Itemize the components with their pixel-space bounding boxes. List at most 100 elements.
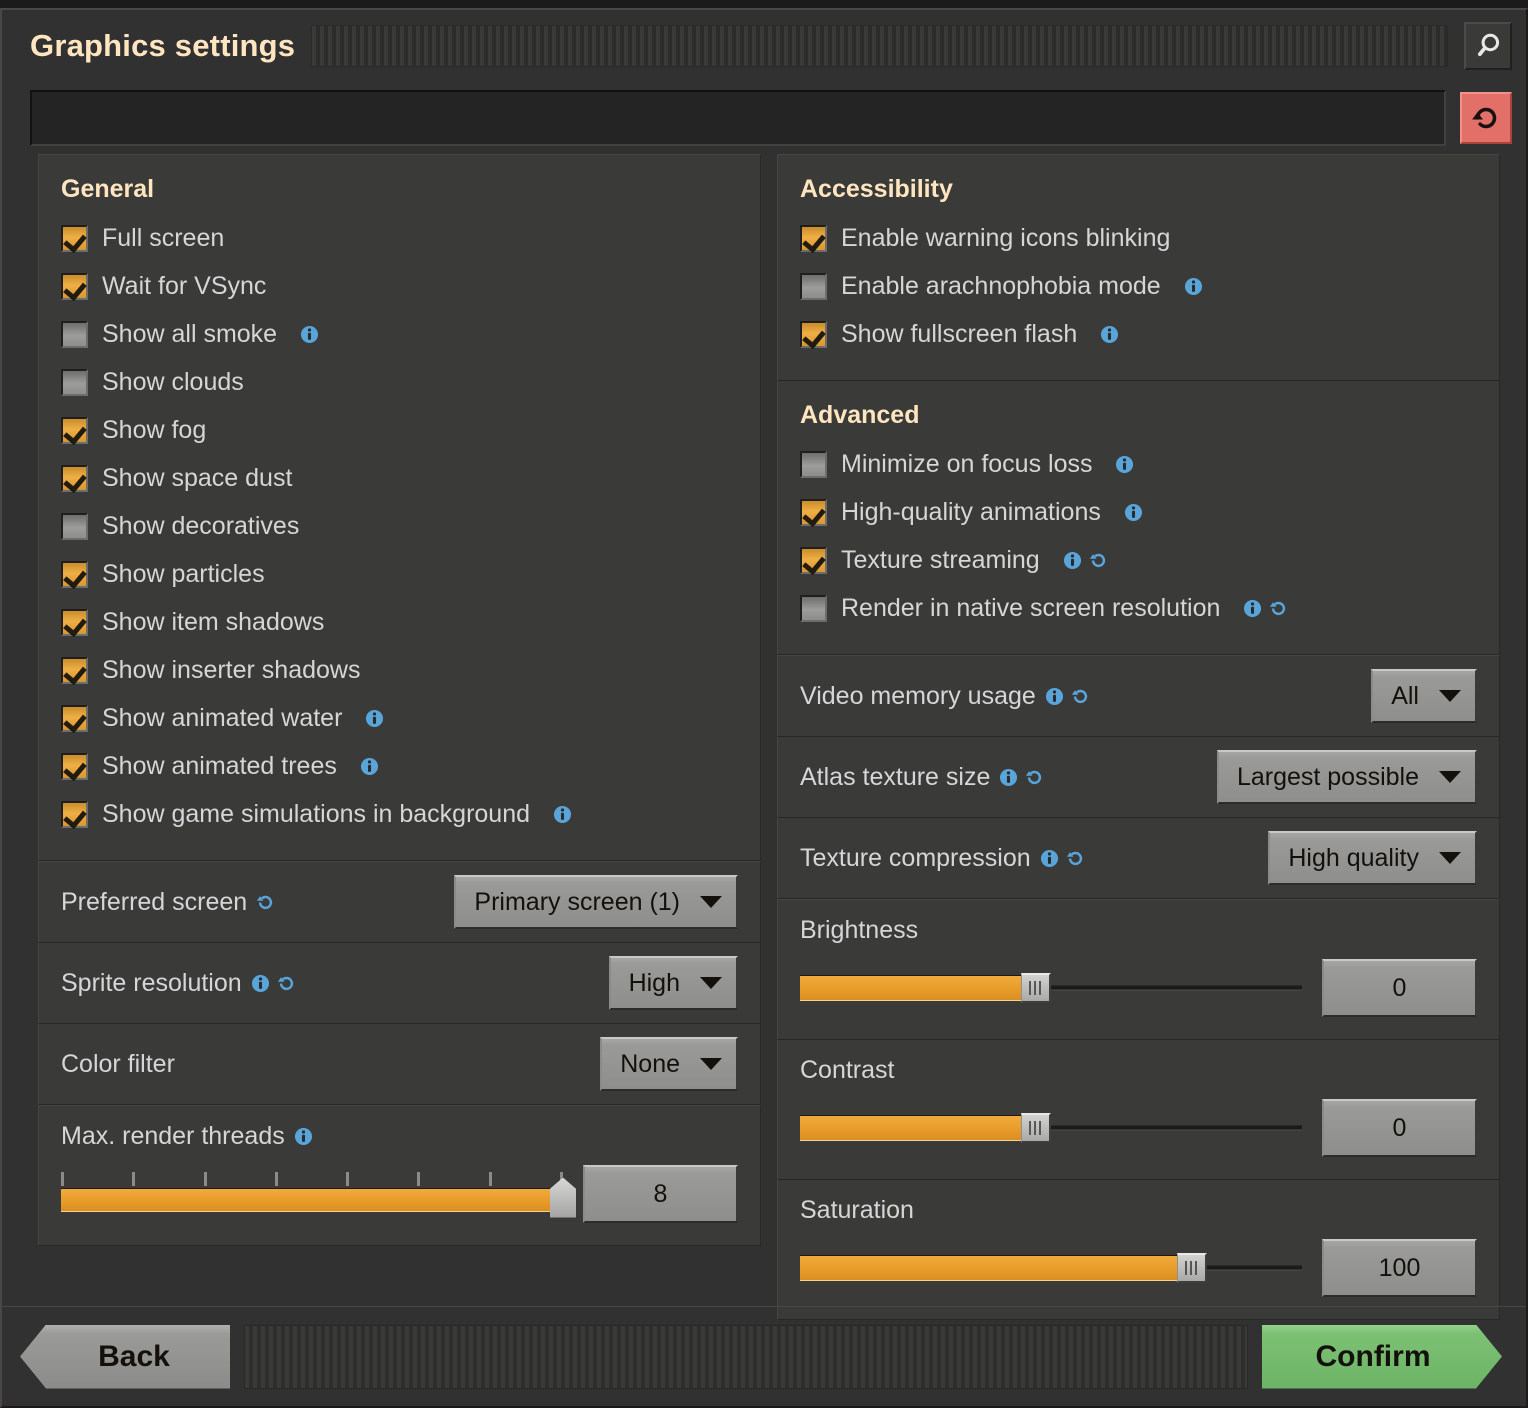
slider-handle[interactable]: [1020, 1113, 1051, 1143]
checkbox-row[interactable]: Show animated trees: [61, 742, 738, 790]
render-threads-label-text: Max. render threads: [61, 1122, 285, 1150]
checkbox-checked-icon[interactable]: [800, 546, 827, 574]
slider-value-input[interactable]: 0: [1322, 959, 1477, 1017]
dropdown-label-text: Video memory usage: [800, 681, 1036, 710]
info-icon[interactable]: [1124, 503, 1143, 522]
accessibility-section-title: Accessibility: [800, 175, 953, 203]
search-button[interactable]: [1464, 22, 1512, 70]
info-icon[interactable]: [1115, 455, 1134, 474]
checkbox-row[interactable]: Wait for VSync: [61, 262, 738, 310]
checkbox-row[interactable]: Minimize on focus loss: [800, 440, 1477, 488]
checkbox-label: Show animated trees: [102, 751, 337, 780]
dropdown-button[interactable]: All: [1371, 669, 1477, 723]
slider-line: 0: [800, 959, 1477, 1017]
checkbox-checked-icon[interactable]: [800, 498, 827, 526]
checkbox-checked-icon[interactable]: [800, 320, 827, 348]
info-icon[interactable]: [365, 709, 384, 728]
checkbox-unchecked-icon[interactable]: [800, 450, 827, 478]
checkbox-row[interactable]: Show decoratives: [61, 502, 738, 550]
info-icon[interactable]: [294, 1127, 313, 1146]
back-button[interactable]: Back: [20, 1324, 230, 1389]
slider-track[interactable]: [800, 971, 1302, 1005]
checkbox-unchecked-icon[interactable]: [61, 368, 88, 396]
info-icon[interactable]: [1243, 599, 1262, 618]
checkbox-unchecked-icon[interactable]: [61, 320, 88, 348]
search-input[interactable]: [30, 90, 1446, 146]
checkbox-row[interactable]: Texture streaming: [800, 536, 1477, 584]
checkbox-row[interactable]: Show particles: [61, 550, 738, 598]
slider-track[interactable]: [800, 1111, 1302, 1145]
slider-label: Saturation: [800, 1196, 1477, 1225]
dropdown-button[interactable]: High quality: [1268, 831, 1477, 885]
checkbox-checked-icon[interactable]: [61, 560, 88, 588]
checkbox-checked-icon[interactable]: [61, 752, 88, 780]
left-dropdown-list: Preferred screen Primary screen (1) Sprite…: [38, 861, 761, 1105]
info-icon[interactable]: [300, 325, 319, 344]
checkbox-row[interactable]: Show game simulations in background: [61, 790, 738, 838]
checkbox-label: Enable arachnophobia mode: [841, 271, 1161, 300]
slider-handle[interactable]: [1176, 1253, 1207, 1283]
info-icon[interactable]: [999, 768, 1018, 787]
restart-required-icon[interactable]: [1089, 551, 1108, 570]
checkbox-row[interactable]: Show fog: [61, 406, 738, 454]
slider-line: 0: [800, 1099, 1477, 1157]
checkbox-row[interactable]: Render in native screen resolution: [800, 584, 1477, 632]
checkbox-checked-icon[interactable]: [61, 224, 88, 252]
checkbox-checked-icon[interactable]: [61, 416, 88, 444]
checkbox-unchecked-icon[interactable]: [61, 512, 88, 540]
render-threads-value[interactable]: 8: [583, 1165, 738, 1223]
checkbox-row[interactable]: Show all smoke: [61, 310, 738, 358]
dropdown-button[interactable]: High: [608, 956, 738, 1010]
checkbox-row[interactable]: Show space dust: [61, 454, 738, 502]
checkbox-row[interactable]: Show item shadows: [61, 598, 738, 646]
info-icon[interactable]: [1100, 325, 1119, 344]
render-threads-slider[interactable]: [61, 1172, 576, 1218]
info-icon[interactable]: [251, 974, 270, 993]
checkbox-row[interactable]: High-quality animations: [800, 488, 1477, 536]
slider-track[interactable]: [800, 1251, 1302, 1285]
info-icon[interactable]: [1040, 849, 1059, 868]
settings-content: General Full screen Wait for VSync Show al…: [2, 154, 1526, 1320]
restart-required-icon[interactable]: [1025, 768, 1044, 787]
slider-handle[interactable]: [1020, 973, 1051, 1003]
checkbox-unchecked-icon[interactable]: [800, 272, 827, 300]
checkbox-label: Show space dust: [102, 463, 293, 492]
info-icon[interactable]: [360, 757, 379, 776]
checkbox-checked-icon[interactable]: [61, 608, 88, 636]
checkbox-unchecked-icon[interactable]: [800, 594, 827, 622]
restart-required-icon[interactable]: [1066, 849, 1085, 868]
info-icon[interactable]: [553, 805, 572, 824]
checkbox-label: Show fog: [102, 415, 207, 444]
checkbox-checked-icon[interactable]: [61, 464, 88, 492]
info-icon[interactable]: [1184, 277, 1203, 296]
reset-settings-button[interactable]: [1460, 92, 1512, 144]
restart-required-icon[interactable]: [1269, 599, 1288, 618]
info-icon[interactable]: [1063, 551, 1082, 570]
checkbox-row[interactable]: Show animated water: [61, 694, 738, 742]
restart-required-icon[interactable]: [277, 974, 296, 993]
checkbox-checked-icon[interactable]: [61, 656, 88, 684]
confirm-button[interactable]: Confirm: [1262, 1325, 1502, 1389]
checkbox-checked-icon[interactable]: [61, 704, 88, 732]
dropdown-button[interactable]: None: [600, 1037, 738, 1091]
slider-value-input[interactable]: 100: [1322, 1239, 1477, 1297]
chevron-down-icon: [1439, 690, 1461, 702]
restart-required-icon[interactable]: [256, 893, 275, 912]
checkbox-checked-icon[interactable]: [800, 224, 827, 252]
dropdown-button[interactable]: Primary screen (1): [454, 875, 738, 929]
slider-value-input[interactable]: 0: [1322, 1099, 1477, 1157]
checkbox-row[interactable]: Show inserter shadows: [61, 646, 738, 694]
dropdown-button[interactable]: Largest possible: [1216, 750, 1477, 804]
checkbox-checked-icon[interactable]: [61, 800, 88, 828]
checkbox-row[interactable]: Enable arachnophobia mode: [800, 262, 1477, 310]
restart-required-icon[interactable]: [1071, 687, 1090, 706]
checkbox-label: Full screen: [102, 223, 225, 252]
dropdown-row: Preferred screen Primary screen (1): [39, 862, 760, 942]
checkbox-row[interactable]: Enable warning icons blinking: [800, 214, 1477, 262]
checkbox-row[interactable]: Show clouds: [61, 358, 738, 406]
window-drag-handle[interactable]: [311, 25, 1448, 67]
checkbox-row[interactable]: Show fullscreen flash: [800, 310, 1477, 358]
checkbox-checked-icon[interactable]: [61, 272, 88, 300]
checkbox-row[interactable]: Full screen: [61, 214, 738, 262]
info-icon[interactable]: [1045, 687, 1064, 706]
